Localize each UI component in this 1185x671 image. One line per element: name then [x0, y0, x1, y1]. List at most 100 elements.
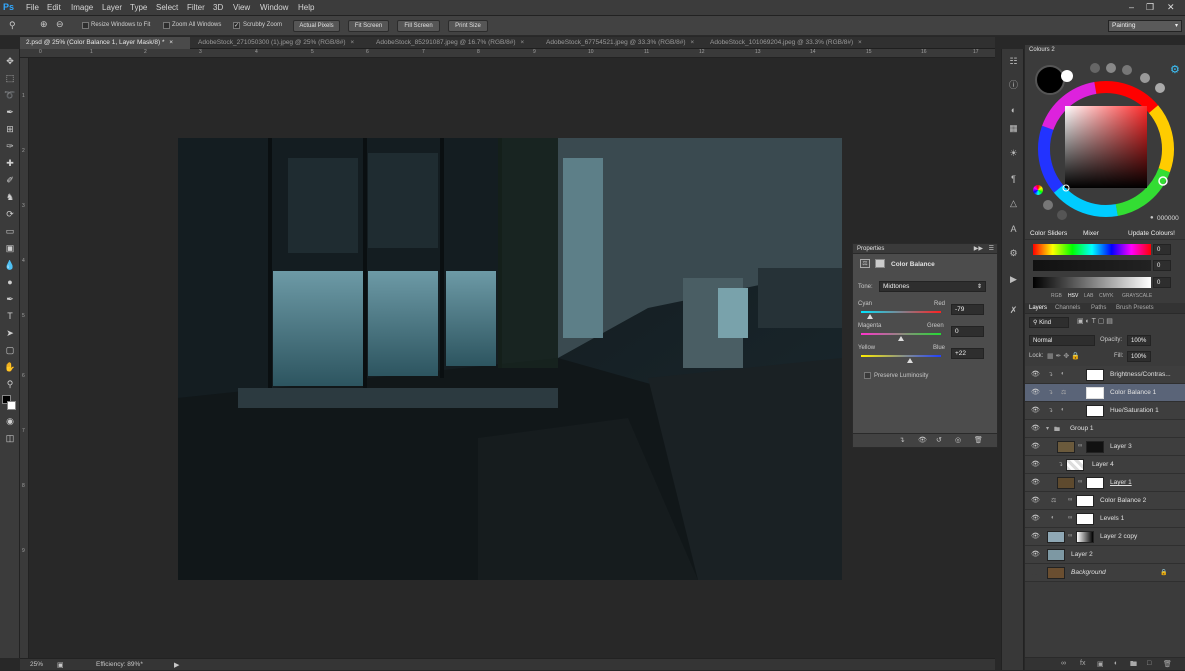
layer-mask-thumbnail[interactable] — [1086, 387, 1104, 399]
fx-icon[interactable]: fx — [1080, 660, 1085, 667]
swatch-circle[interactable] — [1122, 65, 1132, 75]
status-arrow-icon[interactable]: ▶ — [174, 661, 179, 669]
mask-icon[interactable] — [875, 259, 885, 268]
eye-icon[interactable]: 👁 — [1031, 443, 1040, 450]
lock-icons[interactable]: ▦ ✒ ✥ 🔒 — [1047, 352, 1080, 360]
close-icon[interactable]: × — [350, 39, 354, 46]
quick-mask-icon[interactable]: ◉ — [4, 415, 16, 427]
mode-cmyk[interactable]: CMYK — [1099, 293, 1113, 299]
brightness-slider[interactable] — [1033, 277, 1151, 288]
menu-help[interactable]: Help — [298, 3, 314, 12]
update-colours-button[interactable]: Update Colours! — [1128, 230, 1175, 237]
mode-grayscale[interactable]: GRAYSCALE — [1122, 293, 1152, 299]
mode-hsv[interactable]: HSV — [1068, 293, 1078, 299]
eye-icon[interactable]: 👁 — [1031, 515, 1040, 522]
close-icon[interactable]: × — [520, 39, 524, 46]
layer-row[interactable]: 👁 ∞ Layer 3 — [1025, 438, 1185, 456]
swatches-icon[interactable]: ▦ — [1007, 122, 1020, 135]
menu-select[interactable]: Select — [156, 3, 178, 12]
slider-value-3[interactable]: 0 — [1153, 277, 1171, 288]
layer-filter-select[interactable]: ⚲ Kind — [1029, 317, 1069, 328]
reset-icon[interactable]: ↺ — [936, 436, 942, 444]
layer-row[interactable]: 👁 ▾ 🖿 Group 1 — [1025, 420, 1185, 438]
eye-icon[interactable]: ▢ — [1031, 569, 1039, 576]
tab-stock-85291087[interactable]: AdobeStock_85291087.jpeg @ 16.7% (RGB/8#… — [370, 37, 540, 49]
status-info-icon[interactable]: ▣ — [57, 661, 64, 669]
brush-tool-icon[interactable]: ✐ — [4, 174, 16, 186]
magenta-green-knob[interactable] — [898, 336, 904, 341]
hue-slider[interactable] — [1033, 244, 1151, 255]
3d-icon[interactable]: △ — [1007, 197, 1020, 210]
background-color-swatch[interactable] — [7, 401, 16, 410]
menu-view[interactable]: View — [233, 3, 250, 12]
layer-thumbnail[interactable] — [1047, 531, 1065, 543]
eye-icon[interactable]: 👁 — [1031, 551, 1040, 558]
scrubby-zoom-checkbox[interactable]: ✓ — [233, 22, 240, 29]
eye-icon[interactable]: 👁 — [1031, 425, 1040, 432]
layer-mask-thumbnail[interactable] — [1076, 531, 1094, 543]
info-icon[interactable]: ⓘ — [1007, 79, 1020, 92]
restore-icon[interactable]: ❐ — [1146, 2, 1154, 13]
layer-row[interactable]: 👁 ↴ ◐ Hue/Saturation 1 — [1025, 402, 1185, 420]
tab-mixer[interactable]: Mixer — [1083, 230, 1099, 237]
layer-mask-thumbnail[interactable] — [1086, 441, 1104, 453]
shape-tool-icon[interactable]: ▢ — [4, 344, 16, 356]
tools-icon[interactable]: ✗ — [1007, 304, 1020, 317]
zoom-all-checkbox[interactable] — [163, 22, 170, 29]
crop-tool-icon[interactable]: ⊞ — [4, 123, 16, 135]
menu-filter[interactable]: Filter — [187, 3, 205, 12]
layer-thumbnail[interactable] — [1057, 441, 1075, 453]
layer-thumbnail[interactable] — [1057, 477, 1075, 489]
add-mask-icon[interactable]: ▣ — [1097, 660, 1104, 668]
cyan-red-slider[interactable] — [861, 311, 941, 313]
slider-value-1[interactable]: 0 — [1153, 244, 1171, 255]
zoom-out-icon[interactable]: ⊖ — [56, 19, 64, 30]
tab-stock-67754521[interactable]: AdobeStock_67754521.jpeg @ 33.3% (RGB/8#… — [540, 37, 705, 49]
history-brush-icon[interactable]: ⟳ — [4, 208, 16, 220]
clip-to-layer-icon[interactable]: ↴ — [899, 436, 905, 444]
layer-row-selected[interactable]: 👁 ↴ ⚖ Color Balance 1 — [1025, 384, 1185, 402]
layer-mask-thumbnail[interactable] — [1086, 369, 1104, 381]
link-layers-icon[interactable]: ∞ — [1061, 660, 1066, 667]
tab-brush-presets[interactable]: Brush Presets — [1116, 305, 1154, 311]
color-icon[interactable]: ◐ — [1007, 104, 1020, 117]
quick-select-tool-icon[interactable]: ✒ — [4, 106, 16, 118]
blend-mode-select[interactable]: Normal — [1029, 335, 1095, 346]
tab-paths[interactable]: Paths — [1091, 305, 1106, 311]
new-adjustment-icon[interactable]: ◐ — [1114, 660, 1118, 667]
fill-screen-button[interactable]: Fill Screen — [397, 20, 440, 32]
trash-icon[interactable]: 🗑 — [1163, 660, 1172, 668]
zoom-tool-icon[interactable]: ⚲ — [4, 378, 16, 390]
tab-color-sliders[interactable]: Color Sliders — [1030, 230, 1067, 237]
layer-thumbnail[interactable] — [1066, 459, 1084, 471]
layer-row[interactable]: 👁 ◐ ∞ Levels 1 — [1025, 510, 1185, 528]
layer-row[interactable]: 👁 ↴ ◐ Brightness/Contras... — [1025, 366, 1185, 384]
print-size-button[interactable]: Print Size — [448, 20, 488, 32]
layer-mask-thumbnail[interactable] — [1076, 495, 1094, 507]
settings-gear-icon[interactable]: ⚙ — [1170, 63, 1180, 76]
menu-edit[interactable]: Edit — [47, 3, 61, 12]
chevron-down-icon[interactable]: ▾ — [1046, 425, 1049, 432]
filter-icons[interactable]: ▣ ◐ T ▢ ▤ — [1077, 317, 1113, 325]
yellow-blue-slider[interactable] — [861, 355, 941, 357]
zoom-in-icon[interactable]: ⊕ — [40, 19, 48, 30]
swatch-circle[interactable] — [1106, 63, 1116, 73]
menu-type[interactable]: Type — [130, 3, 147, 12]
dodge-tool-icon[interactable]: ● — [4, 276, 16, 288]
lasso-tool-icon[interactable]: ➰ — [4, 89, 16, 101]
tab-stock-271050300[interactable]: AdobeStock_271050300 (1).jpeg @ 25% (RGB… — [192, 37, 369, 49]
mode-lab[interactable]: LAB — [1084, 293, 1093, 299]
actions-icon[interactable]: ▶ — [1007, 273, 1020, 286]
eye-icon[interactable]: 👁 — [1031, 497, 1040, 504]
path-select-icon[interactable]: ➤ — [4, 327, 16, 339]
layer-row[interactable]: ▢ Background 🔒 — [1025, 564, 1185, 582]
slider-value-2[interactable]: 0 — [1153, 260, 1171, 271]
tab-stock-101069204[interactable]: AdobeStock_101069204.jpeg @ 33.3% (RGB/8… — [704, 37, 879, 49]
stamp-tool-icon[interactable]: ♞ — [4, 191, 16, 203]
hex-value[interactable]: 000000 — [1157, 215, 1179, 222]
close-icon[interactable]: × — [858, 39, 862, 46]
tab-layers[interactable]: Layers — [1029, 305, 1047, 311]
swatch-circle[interactable] — [1057, 210, 1067, 220]
eyedropper-tool-icon[interactable]: ✑ — [4, 140, 16, 152]
pen-tool-icon[interactable]: ✒ — [4, 293, 16, 305]
